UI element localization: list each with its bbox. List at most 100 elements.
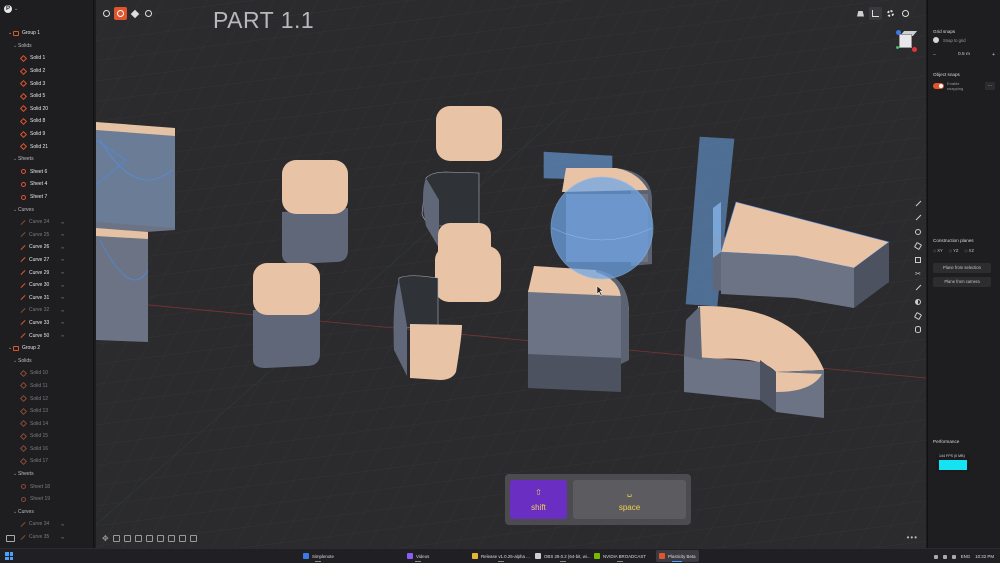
- fillet-tool-button[interactable]: [168, 535, 175, 542]
- duplicate-tool-button[interactable]: [135, 535, 142, 542]
- view-cube[interactable]: [896, 30, 918, 52]
- outliner-item-solid[interactable]: Solid 1: [0, 52, 93, 65]
- outliner-section[interactable]: ⌄ Solids: [0, 354, 93, 367]
- solid-rounded-column-lower[interactable]: [253, 263, 320, 368]
- outliner-item-solid[interactable]: Solid 21: [0, 140, 93, 153]
- app-menu-button[interactable]: P ⌄: [4, 4, 18, 14]
- visibility-icon[interactable]: ∞: [61, 245, 64, 250]
- outliner-section[interactable]: ⌄ Solids: [0, 40, 93, 53]
- outliner-item-solid[interactable]: Solid 2: [0, 65, 93, 78]
- visibility-icon[interactable]: ∞: [61, 283, 64, 288]
- plane-yz-button[interactable]: YZ: [949, 248, 958, 253]
- rotate-tool-button[interactable]: [113, 535, 120, 542]
- plane-from-selection-button[interactable]: Plane from selection: [933, 263, 991, 273]
- taskbar-app-button[interactable]: NVIDIA BROADCAST: [591, 550, 649, 562]
- more-options-button[interactable]: •••: [907, 533, 918, 542]
- outliner-item-curve[interactable]: Curve 27 ∞: [0, 254, 93, 267]
- visibility-icon[interactable]: ∞: [61, 320, 64, 325]
- outliner-item-solid[interactable]: Solid 14: [0, 417, 93, 430]
- volume-icon[interactable]: [951, 554, 956, 559]
- network-icon[interactable]: [942, 554, 947, 559]
- outliner-item-solid[interactable]: Solid 5: [0, 90, 93, 103]
- grid-size-stepper[interactable]: − 0.5 m +: [933, 50, 995, 59]
- rectangle-tool[interactable]: [914, 254, 922, 265]
- outliner-item-solid[interactable]: Solid 15: [0, 430, 93, 443]
- outliner-section[interactable]: ⌄ Curves: [0, 203, 93, 216]
- taskbar-app-button[interactable]: OBS 29.0.2 (64-bit, wi...: [532, 550, 594, 562]
- object-snaps-menu-button[interactable]: ...: [985, 82, 995, 90]
- outliner-item-solid[interactable]: Solid 20: [0, 103, 93, 116]
- overlay-toggle[interactable]: [899, 7, 912, 20]
- taskbar-app-button[interactable]: Videos: [404, 550, 432, 562]
- outliner-section[interactable]: ⌄ Sheets: [0, 468, 93, 481]
- outliner-item-curve[interactable]: Curve 34 ∞: [0, 518, 93, 531]
- plane-xz-button[interactable]: XZ: [964, 248, 974, 253]
- outliner-item-curve[interactable]: Curve 29 ∞: [0, 266, 93, 279]
- sphere-tool[interactable]: [914, 296, 922, 307]
- cylinder-tool[interactable]: [914, 324, 922, 335]
- render-mode-button[interactable]: [114, 7, 127, 20]
- visibility-icon[interactable]: ∞: [61, 333, 64, 338]
- offset-tool-button[interactable]: [157, 535, 164, 542]
- perspective-toggle[interactable]: [854, 7, 867, 20]
- start-menu-icon[interactable]: [5, 552, 13, 560]
- 3d-viewport[interactable]: PART 1.1 ✂ ⇧ shift ␣ space ✥ •••: [96, 0, 926, 548]
- outliner-item-sheet[interactable]: Sheet 6: [0, 166, 93, 179]
- outliner-item-curve[interactable]: Curve 30 ∞: [0, 279, 93, 292]
- plane-xy-button[interactable]: XY: [933, 248, 943, 253]
- outliner-item-curve[interactable]: Curve 31 ∞: [0, 291, 93, 304]
- outliner-item-curve[interactable]: Curve 32 ∞: [0, 304, 93, 317]
- circle-tool[interactable]: [914, 226, 922, 237]
- decrement-button[interactable]: −: [933, 52, 936, 58]
- outliner-item-solid[interactable]: Solid 11: [0, 380, 93, 393]
- mirror-tool-button[interactable]: [146, 535, 153, 542]
- cut-tool[interactable]: ✂: [914, 268, 922, 279]
- sheet-top-square[interactable]: [436, 106, 502, 161]
- outliner-item-solid[interactable]: Solid 10: [0, 367, 93, 380]
- outliner-item-curve[interactable]: Curve 24 ∞: [0, 216, 93, 229]
- scale-tool-button[interactable]: [124, 535, 131, 542]
- line-tool[interactable]: [914, 198, 922, 209]
- solid-rounded-column-upper[interactable]: [282, 160, 348, 264]
- xray-button[interactable]: [142, 7, 155, 20]
- grid-size-value[interactable]: 0.5 m: [958, 52, 970, 57]
- visibility-icon[interactable]: ∞: [61, 220, 64, 225]
- curve-tool[interactable]: [914, 212, 922, 223]
- outliner-item-solid[interactable]: Solid 17: [0, 455, 93, 468]
- outliner-item-solid[interactable]: Solid 13: [0, 405, 93, 418]
- outliner-item-solid[interactable]: Solid 9: [0, 128, 93, 141]
- box-tool[interactable]: [913, 310, 923, 321]
- snap-to-grid-row[interactable]: Snap to grid: [933, 37, 966, 43]
- plane-from-camera-button[interactable]: Plane from camera: [933, 277, 991, 287]
- outliner-section[interactable]: ⌄ Sheets: [0, 153, 93, 166]
- visibility-icon[interactable]: ∞: [61, 522, 64, 527]
- tray-icon[interactable]: [933, 554, 938, 559]
- construction-toggle[interactable]: [869, 7, 882, 20]
- visibility-icon[interactable]: ∞: [61, 232, 64, 237]
- outliner-item-sheet[interactable]: Sheet 18: [0, 480, 93, 493]
- taskbar-app-button[interactable]: Plasticity Beta: [656, 550, 699, 562]
- polygon-tool[interactable]: [913, 240, 923, 251]
- outliner-group[interactable]: ⌄ Group 1: [0, 27, 93, 40]
- boolean-tool-button[interactable]: [179, 535, 186, 542]
- outliner-item-sheet[interactable]: Sheet 4: [0, 178, 93, 191]
- collapse-panel-icon[interactable]: [6, 535, 15, 542]
- outliner-item-solid[interactable]: Solid 16: [0, 443, 93, 456]
- visibility-icon[interactable]: ∞: [61, 257, 64, 262]
- outliner-item-solid[interactable]: Solid 12: [0, 392, 93, 405]
- trim-tool[interactable]: [914, 282, 922, 293]
- scene-canvas[interactable]: [96, 0, 926, 548]
- array-tool-button[interactable]: [190, 535, 197, 542]
- outliner-item-curve[interactable]: Curve 50 ∞: [0, 329, 93, 342]
- clock[interactable]: 10:32 PM: [975, 554, 994, 559]
- outliner-item-curve[interactable]: Curve 26 ∞: [0, 241, 93, 254]
- visibility-icon[interactable]: ∞: [61, 270, 64, 275]
- view-options-button[interactable]: [100, 7, 113, 20]
- shading-button[interactable]: [128, 7, 141, 20]
- snap-to-grid-radio[interactable]: [933, 37, 939, 43]
- visibility-icon[interactable]: ∞: [61, 535, 64, 540]
- taskbar-app-button[interactable]: Simplenote: [300, 550, 337, 562]
- outliner-item-solid[interactable]: Solid 8: [0, 115, 93, 128]
- outliner-item-sheet[interactable]: Sheet 19: [0, 493, 93, 506]
- language-indicator[interactable]: ENG: [961, 554, 971, 559]
